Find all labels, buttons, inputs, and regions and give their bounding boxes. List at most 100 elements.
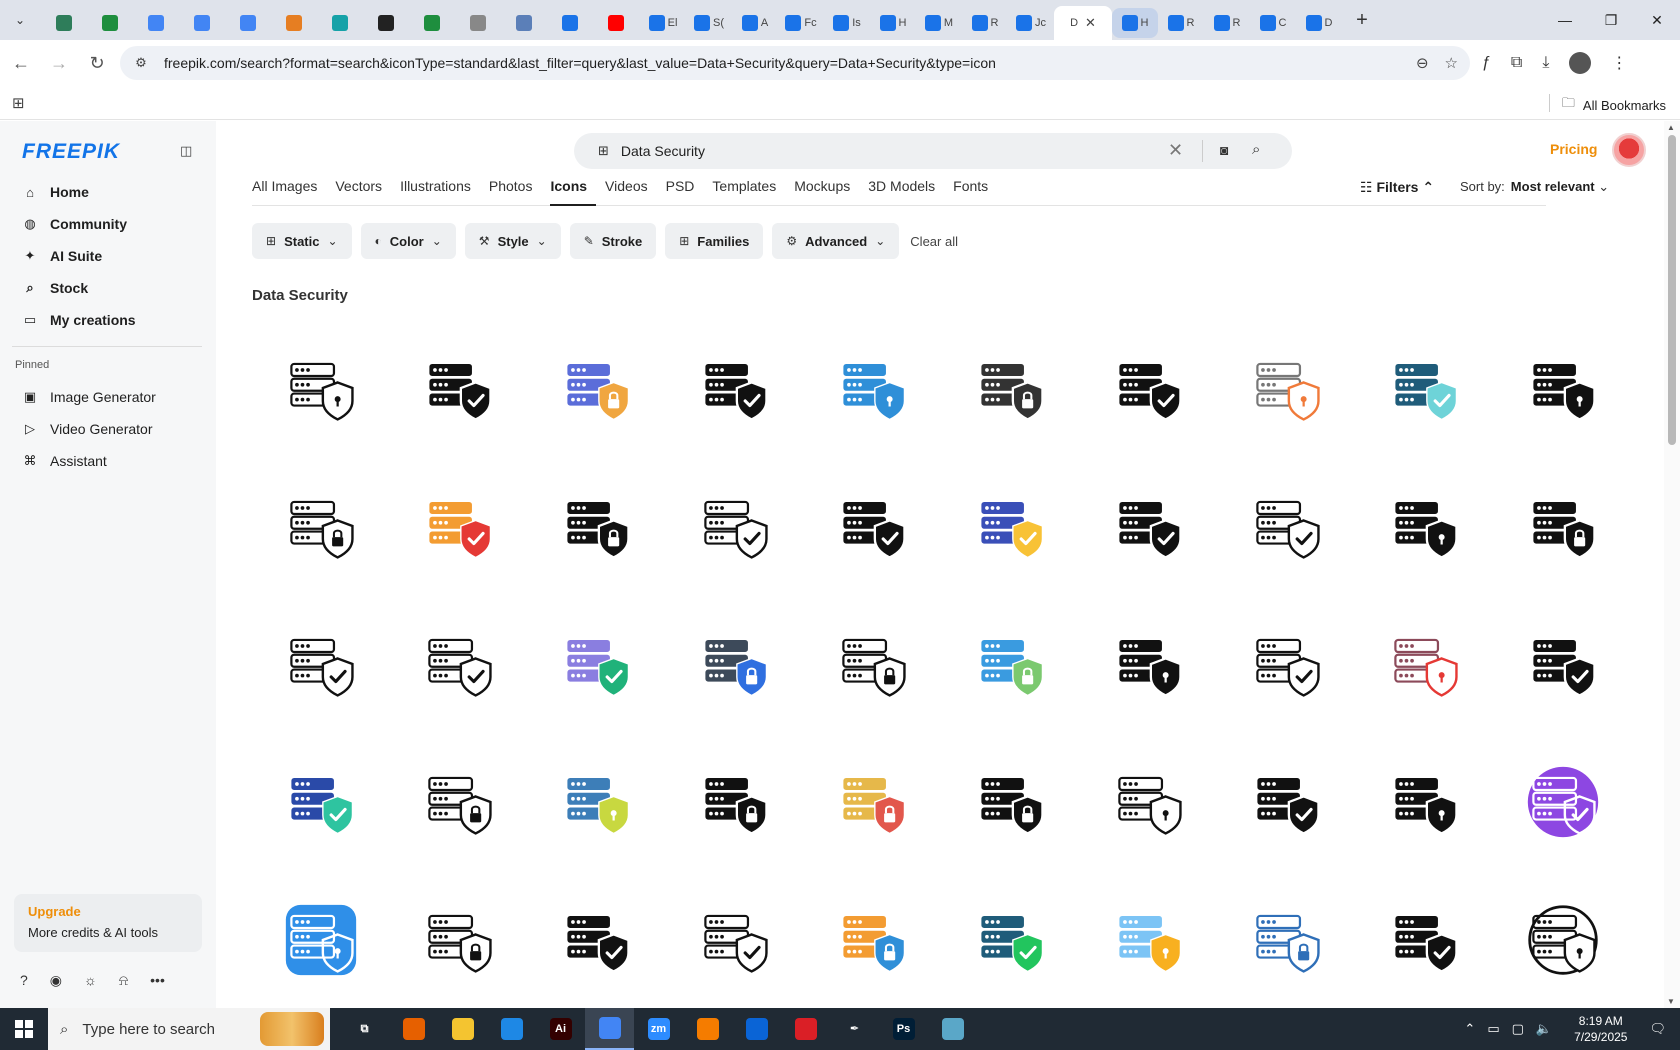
restore-icon[interactable]: ❐: [1588, 0, 1634, 40]
icon-result[interactable]: [1494, 597, 1632, 735]
tab-2[interactable]: [88, 8, 134, 38]
tab-28[interactable]: D: [1296, 8, 1342, 38]
tab-psd[interactable]: PSD: [666, 173, 704, 206]
minimize-icon[interactable]: —: [1542, 0, 1588, 40]
icon-result[interactable]: [528, 321, 666, 459]
tab-vectors[interactable]: Vectors: [335, 173, 391, 206]
monitor-icon[interactable]: ▢: [1512, 1021, 1524, 1037]
icon-result[interactable]: [1080, 597, 1218, 735]
pinned-video-generator[interactable]: ▷ Video Generator: [12, 413, 204, 445]
tab-3[interactable]: [134, 8, 180, 38]
tab-11[interactable]: [502, 8, 548, 38]
theme-icon[interactable]: ☼: [84, 972, 97, 989]
tab-photos[interactable]: Photos: [489, 173, 542, 206]
tab-9[interactable]: [410, 8, 456, 38]
icon-result[interactable]: [804, 735, 942, 873]
icon-result[interactable]: [1356, 321, 1494, 459]
icon-result[interactable]: [804, 597, 942, 735]
outlook-app[interactable]: [732, 1008, 781, 1050]
vscode-app[interactable]: [487, 1008, 536, 1050]
tab-14[interactable]: El: [640, 8, 686, 38]
apps-grid-icon[interactable]: ⊞: [12, 94, 25, 112]
start-button[interactable]: [0, 1008, 48, 1050]
tab-13[interactable]: [594, 8, 640, 38]
url-text[interactable]: freepik.com/search?format=search&iconTyp…: [164, 55, 996, 71]
tab-active[interactable]: D ✕: [1054, 6, 1112, 40]
close-tab-icon[interactable]: ✕: [1085, 15, 1096, 31]
tab-3d-models[interactable]: 3D Models: [868, 173, 944, 206]
icon-result[interactable]: [942, 459, 1080, 597]
camera-search-icon[interactable]: ◙: [1220, 142, 1228, 158]
scroll-down-icon[interactable]: ▼: [1667, 997, 1675, 1006]
icon-result[interactable]: [666, 873, 804, 1008]
pinned-image-generator[interactable]: ▣ Image Generator: [12, 381, 204, 413]
bookmark-star-icon[interactable]: ☆: [1445, 54, 1458, 72]
address-bar[interactable]: ⚙ freepik.com/search?format=search&iconT…: [120, 46, 1470, 80]
icon-result[interactable]: [252, 597, 390, 735]
tab-17[interactable]: Fc: [778, 8, 824, 38]
notifications-icon[interactable]: ⍾: [119, 972, 128, 989]
chip-families[interactable]: ⊞ Families: [665, 223, 764, 259]
clear-all-button[interactable]: Clear all: [910, 234, 958, 249]
filters-button[interactable]: ☷ Filters ⌃: [1360, 179, 1434, 196]
tab-10[interactable]: [456, 8, 502, 38]
icon-result[interactable]: [252, 459, 390, 597]
chip-stroke[interactable]: ✎ Stroke: [569, 223, 657, 259]
tab-illustrations[interactable]: Illustrations: [400, 173, 480, 206]
tab-18[interactable]: Is: [824, 8, 870, 38]
forward-icon[interactable]: →: [42, 46, 76, 80]
pricing-link[interactable]: Pricing: [1550, 141, 1597, 157]
nav-ai-suite[interactable]: ✦ AI Suite: [12, 240, 204, 272]
icon-result[interactable]: [252, 873, 390, 1008]
discord-icon[interactable]: ◉: [50, 972, 62, 989]
all-bookmarks-button[interactable]: 🗀 All Bookmarks: [1562, 94, 1666, 116]
scrollbar-thumb[interactable]: [1668, 135, 1676, 445]
icon-result[interactable]: [252, 735, 390, 873]
creative-cloud-app[interactable]: [781, 1008, 830, 1050]
photoshop-app[interactable]: Ps: [879, 1008, 928, 1050]
nav-community[interactable]: ◍ Community: [12, 208, 204, 240]
icon-result[interactable]: [1080, 873, 1218, 1008]
icon-result[interactable]: [1080, 321, 1218, 459]
chrome-app[interactable]: [585, 1008, 634, 1050]
page-scrollbar[interactable]: ▲ ▼: [1664, 121, 1680, 1008]
icon-result[interactable]: [1218, 597, 1356, 735]
tab-27[interactable]: C: [1250, 8, 1296, 38]
chip-static[interactable]: ⊞ Static ⌄: [252, 223, 352, 259]
task-view-app[interactable]: ⧉: [340, 1008, 389, 1050]
site-info-icon[interactable]: ⚙: [126, 55, 156, 71]
icon-result[interactable]: [1494, 321, 1632, 459]
icon-result[interactable]: [942, 735, 1080, 873]
back-icon[interactable]: ←: [4, 46, 38, 80]
zoom-icon[interactable]: ⊖: [1416, 54, 1429, 72]
taskbar-search[interactable]: ⌕ Type here to search: [48, 1008, 330, 1050]
icon-result[interactable]: [1218, 321, 1356, 459]
tab-4[interactable]: [180, 8, 226, 38]
volume-icon[interactable]: 🔈: [1536, 1021, 1552, 1037]
tray-chevron-icon[interactable]: ⌃: [1464, 1021, 1475, 1037]
icon-result[interactable]: [1080, 735, 1218, 873]
tab-20[interactable]: M: [916, 8, 962, 38]
extensions-icon[interactable]: ⧉: [1511, 54, 1522, 72]
notification-center-icon[interactable]: 🗨: [1649, 1021, 1666, 1037]
icon-result[interactable]: [1494, 735, 1632, 873]
more-icon[interactable]: •••: [150, 972, 165, 989]
tab-7[interactable]: [318, 8, 364, 38]
tab-mockups[interactable]: Mockups: [794, 173, 859, 206]
chrome-menu-icon[interactable]: ⋮: [1611, 53, 1627, 73]
user-avatar[interactable]: [1612, 133, 1646, 167]
illustrator-app[interactable]: Ai: [536, 1008, 585, 1050]
icon-result[interactable]: [1218, 735, 1356, 873]
icon-result[interactable]: [528, 873, 666, 1008]
tab-16[interactable]: A: [732, 8, 778, 38]
tab-12[interactable]: [548, 8, 594, 38]
icon-result[interactable]: [390, 735, 528, 873]
icon-result[interactable]: [1494, 459, 1632, 597]
chip-color[interactable]: ◐ Color ⌄: [360, 223, 456, 259]
search-input[interactable]: [620, 143, 1161, 159]
search-type-icon[interactable]: ⊞: [598, 143, 609, 159]
tab-search-icon[interactable]: ⌄: [6, 6, 34, 34]
tab-5[interactable]: [226, 8, 272, 38]
xampp-app[interactable]: [683, 1008, 732, 1050]
file-explorer-app[interactable]: [438, 1008, 487, 1050]
